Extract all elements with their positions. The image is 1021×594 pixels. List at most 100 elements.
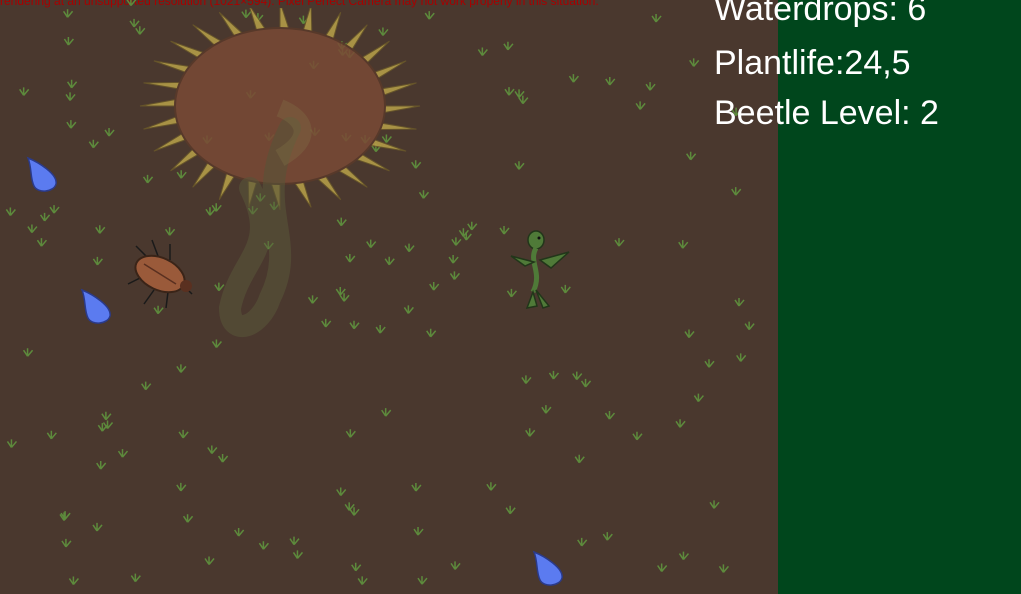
grass-tuft [92, 522, 103, 532]
grass-tuft [141, 381, 152, 391]
grass-tuft [451, 237, 462, 246]
grass-tuft [678, 551, 690, 561]
grass-tuft [429, 282, 440, 291]
grass-tuft [657, 563, 668, 572]
grass-tuft [577, 537, 588, 547]
grass-tuft [505, 505, 516, 515]
grass-tuft [450, 561, 461, 570]
plant-sprite[interactable] [503, 222, 573, 317]
waterdrop-sprite[interactable] [78, 288, 114, 326]
grass-tuft [449, 271, 461, 280]
grass-tuft [731, 187, 742, 196]
grass-tuft [704, 359, 715, 368]
grass-tuft [27, 224, 38, 234]
grass-tuft [49, 205, 60, 214]
grass-tuft [686, 151, 697, 161]
grass-tuft [689, 58, 700, 67]
grass-tuft [345, 429, 356, 438]
grass-tuft [574, 454, 585, 464]
grass-tuft [92, 256, 103, 266]
grass-tuft [46, 430, 57, 440]
game-field[interactable]: rendering at an unsupported resolution (… [0, 0, 778, 594]
grass-tuft [292, 550, 304, 559]
grass-tuft [568, 74, 579, 83]
waterdrops-counter: Waterdrops: 6 [714, 0, 927, 28]
grass-tuft [718, 564, 730, 573]
grass-tuft [22, 348, 34, 357]
plantlife-counter: Plantlife:24,5 [714, 44, 911, 82]
grass-tuft [207, 445, 218, 454]
grass-tuft [504, 87, 515, 96]
grass-tuft [39, 212, 51, 222]
grass-tuft [36, 238, 48, 247]
grass-tuft [651, 13, 662, 23]
beetle-level-counter: Beetle Level: 2 [714, 94, 939, 132]
grass-tuft [6, 439, 18, 448]
grass-tuft [176, 482, 187, 492]
grass-tuft [19, 87, 30, 96]
grass-tuft [503, 41, 514, 51]
grass-tuft [130, 573, 141, 583]
grass-tuft [678, 240, 689, 249]
grass-tuft [467, 221, 478, 231]
grass-tuft [104, 127, 115, 137]
grass-tuft [514, 161, 525, 170]
grass-tuft [477, 47, 488, 56]
grass-tuft [525, 428, 536, 437]
grass-tuft [486, 482, 497, 491]
grass-tuft [117, 449, 129, 458]
grass-tuft [204, 556, 215, 565]
grass-tuft [289, 536, 300, 546]
grass-tuft [234, 527, 245, 537]
grass-tuft [258, 541, 269, 550]
grass-tuft [417, 576, 428, 585]
grass-tuft [448, 255, 459, 264]
grass-tuft [61, 538, 72, 548]
grass-tuft [95, 225, 106, 234]
grass-tuft [645, 82, 656, 91]
grass-tuft [68, 576, 79, 585]
grass-tuft [178, 429, 189, 439]
grass-tuft [614, 238, 625, 247]
grass-tuft [521, 375, 532, 384]
grass-tuft [604, 411, 616, 420]
grass-tuft [632, 431, 643, 441]
grass-tuft [572, 371, 583, 381]
grass-tuft [96, 461, 107, 470]
grass-tuft [65, 92, 76, 101]
grass-tuft [66, 120, 77, 129]
grass-tuft [548, 370, 560, 380]
grass-tuft [101, 411, 112, 421]
grass-tuft [336, 487, 347, 496]
grass-tuft [635, 101, 646, 110]
side-panel [778, 0, 1021, 594]
grass-tuft [381, 408, 392, 417]
grass-tuft [63, 37, 74, 46]
grass-tuft [88, 139, 99, 149]
waterdrop-sprite[interactable] [530, 550, 566, 588]
grass-tuft [351, 562, 362, 572]
grass-tuft [693, 393, 704, 403]
grass-tuft [182, 514, 194, 523]
grass-tuft [541, 405, 552, 414]
waterdrop-sprite[interactable] [24, 156, 60, 194]
grass-tuft [684, 329, 695, 339]
grass-tuft [602, 532, 613, 541]
grass-tuft [734, 297, 745, 307]
grass-tuft [344, 502, 355, 511]
grass-tuft [126, 0, 137, 7]
grass-tuft [736, 353, 747, 362]
grass-tuft [580, 378, 592, 388]
grass-tuft [66, 79, 78, 89]
grass-tuft [744, 321, 755, 331]
grass-tuft [411, 482, 422, 492]
grass-tuft [709, 500, 720, 509]
grass-tuft [217, 454, 229, 463]
grass-tuft [413, 527, 424, 536]
grass-tuft [675, 419, 686, 428]
beetle-sprite[interactable] [118, 236, 208, 316]
grass-tuft [458, 228, 469, 237]
grass-tuft [5, 207, 16, 216]
grass-tuft [605, 76, 616, 86]
grass-tuft [62, 9, 74, 18]
